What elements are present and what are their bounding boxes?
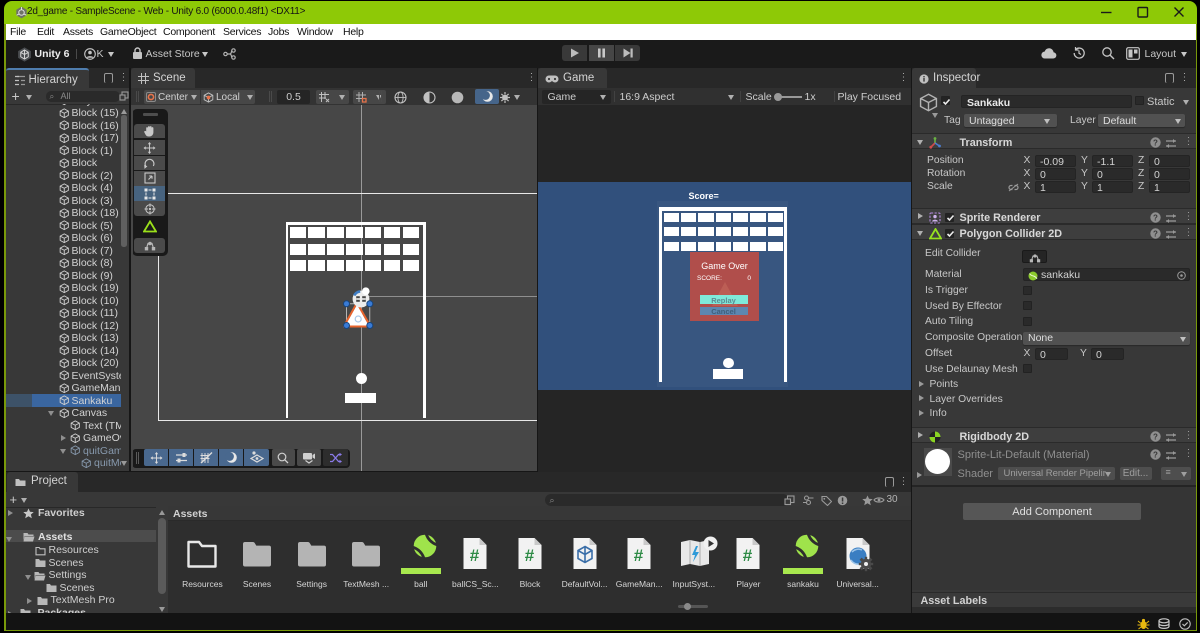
svg-text:?: ? xyxy=(1153,450,1158,459)
svg-text:?: ? xyxy=(1153,213,1158,222)
svg-text:#: # xyxy=(634,546,644,565)
svg-text:?: ? xyxy=(1153,432,1158,441)
svg-text:#: # xyxy=(470,546,480,565)
svg-text:#: # xyxy=(525,546,535,565)
svg-text:?: ? xyxy=(1153,138,1158,147)
svg-text:#: # xyxy=(743,546,753,565)
svg-text:?: ? xyxy=(1153,229,1158,238)
